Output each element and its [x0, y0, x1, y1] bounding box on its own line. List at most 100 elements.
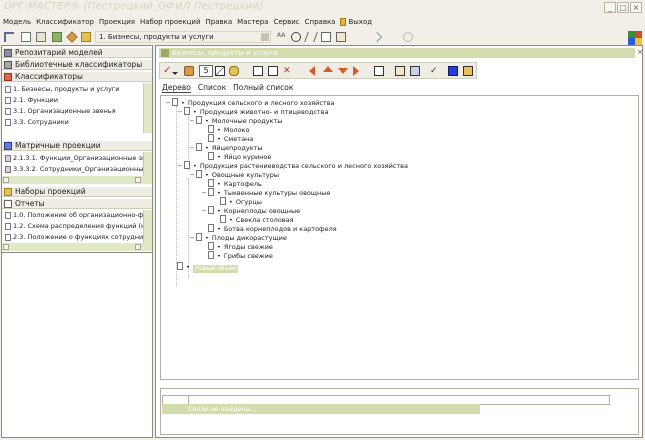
menu-exit[interactable]: Выход: [340, 18, 372, 26]
menu-service[interactable]: Сервис: [273, 18, 299, 26]
tree-collapse-icon[interactable]: −: [189, 117, 196, 126]
tree-view-icon[interactable]: [4, 32, 14, 42]
projection-icon[interactable]: [66, 31, 78, 43]
link-icon[interactable]: [372, 32, 382, 42]
tree-node[interactable]: • Грибы свежие: [208, 251, 273, 260]
tree-node[interactable]: − • Овощные культуры: [189, 170, 279, 179]
tree-node[interactable]: − • Продукция растениеводства сельского и …: [177, 161, 408, 170]
scroll-left-icon[interactable]: [3, 244, 9, 250]
delete-icon[interactable]: ✕: [283, 66, 293, 76]
level-icon[interactable]: [215, 66, 225, 76]
paste-icon[interactable]: [336, 32, 346, 42]
list-item[interactable]: 3.3.3.2. Сотрудники_Организационные звен…: [2, 165, 143, 174]
scroll-right-icon[interactable]: [135, 177, 141, 183]
matrix-section[interactable]: Матричные проекции: [2, 140, 152, 151]
move-down-icon[interactable]: [338, 68, 348, 74]
classifier-icon[interactable]: [52, 32, 62, 42]
reports-scrollbar[interactable]: [143, 210, 152, 243]
list-item[interactable]: 3.3. Сотрудники: [2, 118, 143, 127]
projection-sets-section[interactable]: Наборы проекций: [2, 186, 152, 197]
check-list-icon[interactable]: ✓: [430, 66, 440, 76]
tree-node[interactable]: − • Яйцепродукты: [189, 143, 263, 152]
list-item[interactable]: 2.1. Функции: [2, 96, 143, 105]
matrix-hscrollbar[interactable]: [2, 176, 152, 184]
minimize-button[interactable]: _: [604, 2, 616, 13]
help-icon[interactable]: [403, 32, 413, 42]
properties-icon[interactable]: [374, 66, 384, 76]
tree-view[interactable]: − • Продукция сельского и лесного хозяйств…: [160, 95, 639, 380]
classifiers-section[interactable]: Классификаторы: [2, 71, 152, 82]
projection-select[interactable]: 1. Бизнесы, продукты и услуги: [95, 31, 271, 43]
binoculars-icon[interactable]: [291, 32, 301, 42]
tree-node[interactable]: • Ботва корнеплодов и картофеля: [208, 224, 337, 233]
new-document-icon[interactable]: [21, 32, 31, 42]
tree-node[interactable]: • Ягоды свежие: [208, 242, 273, 251]
tree-collapse-icon[interactable]: −: [177, 108, 184, 117]
tree-node[interactable]: • Картофель: [208, 179, 262, 188]
new-tree-node[interactable]: • Новый объект: [177, 262, 240, 273]
import-icon[interactable]: [395, 66, 405, 76]
tree-collapse-icon[interactable]: −: [201, 207, 208, 216]
tree-node[interactable]: − • Продукция сельского и лесного хозяйств…: [165, 98, 335, 107]
menu-classifier[interactable]: Классификатор: [36, 18, 94, 26]
tab-tree[interactable]: Дерево: [162, 82, 191, 93]
list-item[interactable]: 2.3. Положение о функциях сотрудника: [2, 233, 143, 242]
maximize-button[interactable]: □: [617, 2, 629, 13]
tab-full-list[interactable]: Полный список: [233, 82, 293, 93]
tree-node[interactable]: • Яйцо куриное: [208, 152, 271, 161]
repository-section[interactable]: Репозитарий моделей: [2, 47, 152, 58]
tree-collapse-icon[interactable]: −: [189, 171, 196, 180]
scroll-left-icon[interactable]: [3, 177, 9, 183]
tree-node[interactable]: • Сметана: [208, 134, 253, 143]
indent-icon[interactable]: [253, 66, 263, 76]
dropdown-arrow-icon[interactable]: [172, 72, 178, 78]
menu-help[interactable]: Справка: [305, 18, 336, 26]
classifiers-scrollbar[interactable]: [143, 83, 152, 133]
tree-node[interactable]: − • Плоды дикорастущие: [189, 233, 287, 242]
menu-model[interactable]: Модель: [3, 18, 31, 26]
tree-node[interactable]: − • Продукция животно- и птицеводства: [177, 107, 329, 116]
matrix-scrollbar[interactable]: [143, 152, 152, 176]
font-size-button[interactable]: AA: [277, 32, 285, 39]
copy-icon[interactable]: [321, 32, 331, 42]
tree-node[interactable]: • Огурцы: [220, 197, 262, 206]
menu-projection[interactable]: Проекция: [99, 18, 135, 26]
tree-collapse-icon[interactable]: −: [165, 99, 172, 108]
projection-set-icon[interactable]: [81, 32, 91, 42]
list-item[interactable]: 3.1. Организационные звенья: [2, 107, 143, 116]
tree-collapse-icon[interactable]: −: [177, 162, 184, 171]
panel-close-button[interactable]: ×: [637, 48, 643, 56]
list-item[interactable]: 2.1.3.1. Функции_Организационные звенья: [2, 154, 143, 163]
list-item[interactable]: 1.2. Схема распределения функций (кра: [2, 222, 143, 231]
reports-section[interactable]: Отчеты: [2, 198, 152, 209]
library-section[interactable]: Библиотечные классификаторы: [2, 59, 152, 70]
tree-node[interactable]: • Молоко: [208, 125, 249, 134]
scroll-right-icon[interactable]: [135, 244, 141, 250]
export-icon[interactable]: [410, 66, 420, 76]
tree-collapse-icon[interactable]: −: [189, 234, 196, 243]
tree-collapse-icon[interactable]: −: [189, 144, 196, 153]
tree-node[interactable]: − • Молочные продукты: [189, 116, 282, 125]
exit-editor-icon[interactable]: [463, 66, 473, 76]
open-document-icon[interactable]: [36, 32, 46, 42]
move-left-icon[interactable]: [309, 66, 315, 76]
tree-node[interactable]: − • Тыквенные культуры овощные: [201, 188, 330, 197]
grid-row[interactable]: Связи не найдены...: [162, 404, 480, 414]
menu-projection-set[interactable]: Набор проекций: [140, 18, 201, 26]
move-right-icon[interactable]: [353, 66, 359, 76]
list-item[interactable]: 1.0. Положение об организационно-функ: [2, 211, 143, 220]
tab-list[interactable]: Список: [198, 82, 226, 93]
close-button[interactable]: ×: [630, 2, 642, 13]
menu-edit[interactable]: Правка: [206, 18, 233, 26]
reports-hscrollbar[interactable]: [2, 243, 152, 251]
list-item[interactable]: 1. Бизнесы, продукты и услуги: [2, 85, 143, 94]
save-icon[interactable]: [448, 66, 458, 76]
level-input[interactable]: 5: [199, 65, 213, 77]
outdent-icon[interactable]: [268, 66, 278, 76]
move-up-icon[interactable]: [323, 66, 333, 72]
menu-wizards[interactable]: Мастера: [237, 18, 268, 26]
format-icon[interactable]: [229, 66, 239, 76]
tree-node[interactable]: − • Корнеплоды овощные: [201, 206, 300, 215]
brush-icon[interactable]: [184, 66, 194, 76]
tree-node[interactable]: • Свекла столовая: [220, 215, 294, 224]
